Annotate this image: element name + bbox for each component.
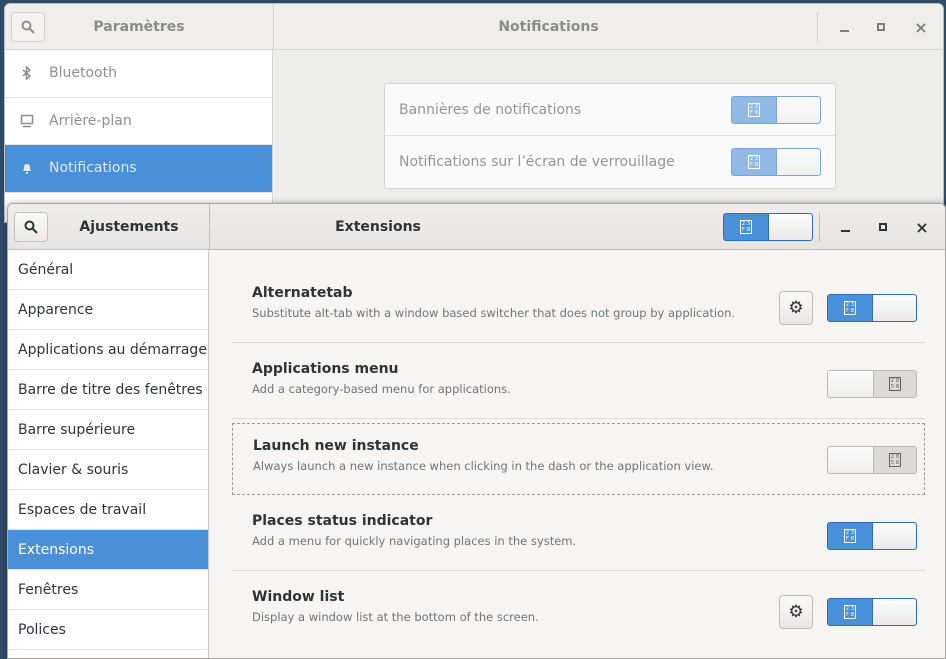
settings-main: Bannières de notifications 23F8 Notifica…: [274, 50, 943, 222]
extension-description: Substitute alt-tab with a window based s…: [252, 306, 736, 320]
settings-panel-title: Notifications: [498, 19, 599, 35]
extensions-global-switch[interactable]: 23F8: [723, 213, 813, 241]
tweaks-headerbar: Ajustements Extensions 23F8 ×: [8, 204, 945, 250]
sidebar-item-keyboard-mouse[interactable]: Clavier & souris: [8, 450, 208, 490]
sidebar-item-bluetooth[interactable]: Bluetooth: [5, 50, 272, 98]
sidebar-item-general[interactable]: Général: [8, 250, 208, 290]
maximize-icon: [877, 23, 885, 31]
maximize-icon: [879, 223, 887, 231]
launch-new-instance-switch[interactable]: 2858: [827, 446, 917, 474]
sidebar-item-extensions[interactable]: Extensions: [8, 530, 208, 570]
extension-description: Add a menu for quickly navigating places…: [252, 534, 577, 548]
switch-off-icon: 2858: [889, 377, 901, 391]
sidebar-item-top-bar[interactable]: Barre supérieure: [8, 410, 208, 450]
switch-on-icon: 23F8: [844, 301, 856, 315]
alternatetab-settings-button[interactable]: ⚙: [779, 291, 813, 325]
settings-close-button[interactable]: ×: [910, 16, 932, 38]
alternatetab-switch[interactable]: 23F8: [827, 294, 917, 322]
extension-description: Add a category-based menu for applicatio…: [252, 382, 511, 396]
sidebar-item-label: Arrière-plan: [49, 112, 132, 129]
switch-on-icon: 23F8: [844, 529, 856, 543]
settings-window: Paramètres Notifications × Bluetooth Arr…: [4, 3, 944, 223]
extension-name: Applications menu: [252, 361, 399, 377]
tweaks-app-title: Ajustements: [79, 219, 179, 235]
lockscreen-notifications-switch[interactable]: 23F8: [731, 148, 821, 176]
sidebar-item-notifications[interactable]: Notifications: [5, 145, 272, 193]
tweaks-close-button[interactable]: ×: [911, 216, 933, 238]
switch-on-icon: 23F8: [748, 103, 760, 117]
tweaks-search-button[interactable]: [14, 212, 48, 242]
extensions-list: Alternatetab Substitute alt-tab with a w…: [210, 250, 945, 658]
settings-maximize-button[interactable]: [870, 16, 892, 38]
switch-on-icon: 23F8: [844, 605, 856, 619]
settings-minimize-button[interactable]: [833, 16, 855, 38]
bluetooth-icon: [19, 65, 35, 81]
extension-description: Always launch a new instance when clicki…: [253, 459, 714, 473]
notification-banners-switch[interactable]: 23F8: [731, 96, 821, 124]
sidebar-item-window-titlebars[interactable]: Barre de titre des fenêtres: [8, 370, 208, 410]
gear-icon: ⚙: [788, 298, 804, 318]
tweaks-panel-title: Extensions: [335, 219, 421, 235]
extension-row-window-list: Window list Display a window list at the…: [232, 575, 925, 647]
extension-name: Launch new instance: [253, 438, 419, 454]
sidebar-item-appearance[interactable]: Apparence: [8, 290, 208, 330]
extension-name: Places status indicator: [252, 513, 433, 529]
extension-name: Window list: [252, 589, 345, 605]
tweaks-sidebar: Général Apparence Applications au démarr…: [8, 250, 209, 658]
switch-on-icon: 23F8: [748, 155, 760, 169]
switch-off-icon: 2858: [889, 453, 901, 467]
settings-sidebar: Bluetooth Arrière-plan Notifications: [5, 50, 273, 222]
sidebar-item-label: Bluetooth: [49, 65, 117, 82]
sidebar-item-workspaces[interactable]: Espaces de travail: [8, 490, 208, 530]
tweaks-window: Ajustements Extensions 23F8 × Général Ap…: [7, 203, 946, 659]
notification-banners-label: Bannières de notifications: [399, 101, 582, 118]
settings-app-title: Paramètres: [93, 19, 185, 35]
sidebar-item-windows[interactable]: Fenêtres: [8, 570, 208, 610]
extension-row-alternatetab: Alternatetab Substitute alt-tab with a w…: [232, 271, 925, 343]
switch-on-icon: 23F8: [740, 220, 752, 234]
places-status-indicator-switch[interactable]: 23F8: [827, 522, 917, 550]
window-list-settings-button[interactable]: ⚙: [779, 595, 813, 629]
sidebar-item-background[interactable]: Arrière-plan: [5, 98, 272, 145]
search-icon: [24, 220, 38, 234]
gear-icon: ⚙: [788, 602, 804, 622]
extension-description: Display a window list at the bottom of t…: [252, 610, 539, 624]
tweaks-maximize-button[interactable]: [872, 216, 894, 238]
lockscreen-notifications-row: Notifications sur l’écran de verrouillag…: [385, 136, 835, 188]
sidebar-item-fonts[interactable]: Polices: [8, 610, 208, 650]
settings-headerbar: Paramètres Notifications ×: [5, 4, 943, 50]
bell-icon: [19, 160, 35, 176]
window-list-switch[interactable]: 23F8: [827, 598, 917, 626]
tweaks-minimize-button[interactable]: [834, 216, 856, 238]
sidebar-item-label: Notifications: [49, 160, 137, 177]
extension-row-applications-menu: Applications menu Add a category-based m…: [232, 347, 925, 419]
extension-row-places-status-indicator: Places status indicator Add a menu for q…: [232, 499, 925, 571]
minimize-icon: [839, 30, 849, 32]
lockscreen-notifications-label: Notifications sur l’écran de verrouillag…: [399, 154, 675, 170]
extension-row-launch-new-instance: Launch new instance Always launch a new …: [232, 423, 925, 495]
notification-banners-row: Bannières de notifications 23F8: [385, 84, 835, 136]
background-icon: [19, 113, 35, 129]
close-icon: ×: [914, 17, 928, 37]
close-icon: ×: [915, 217, 929, 237]
sidebar-item-startup-applications[interactable]: Applications au démarrage: [8, 330, 208, 370]
notification-settings-list: Bannières de notifications 23F8 Notifica…: [384, 83, 836, 189]
applications-menu-switch[interactable]: 2858: [827, 370, 917, 398]
extension-name: Alternatetab: [252, 285, 353, 301]
minimize-icon: [840, 230, 850, 232]
